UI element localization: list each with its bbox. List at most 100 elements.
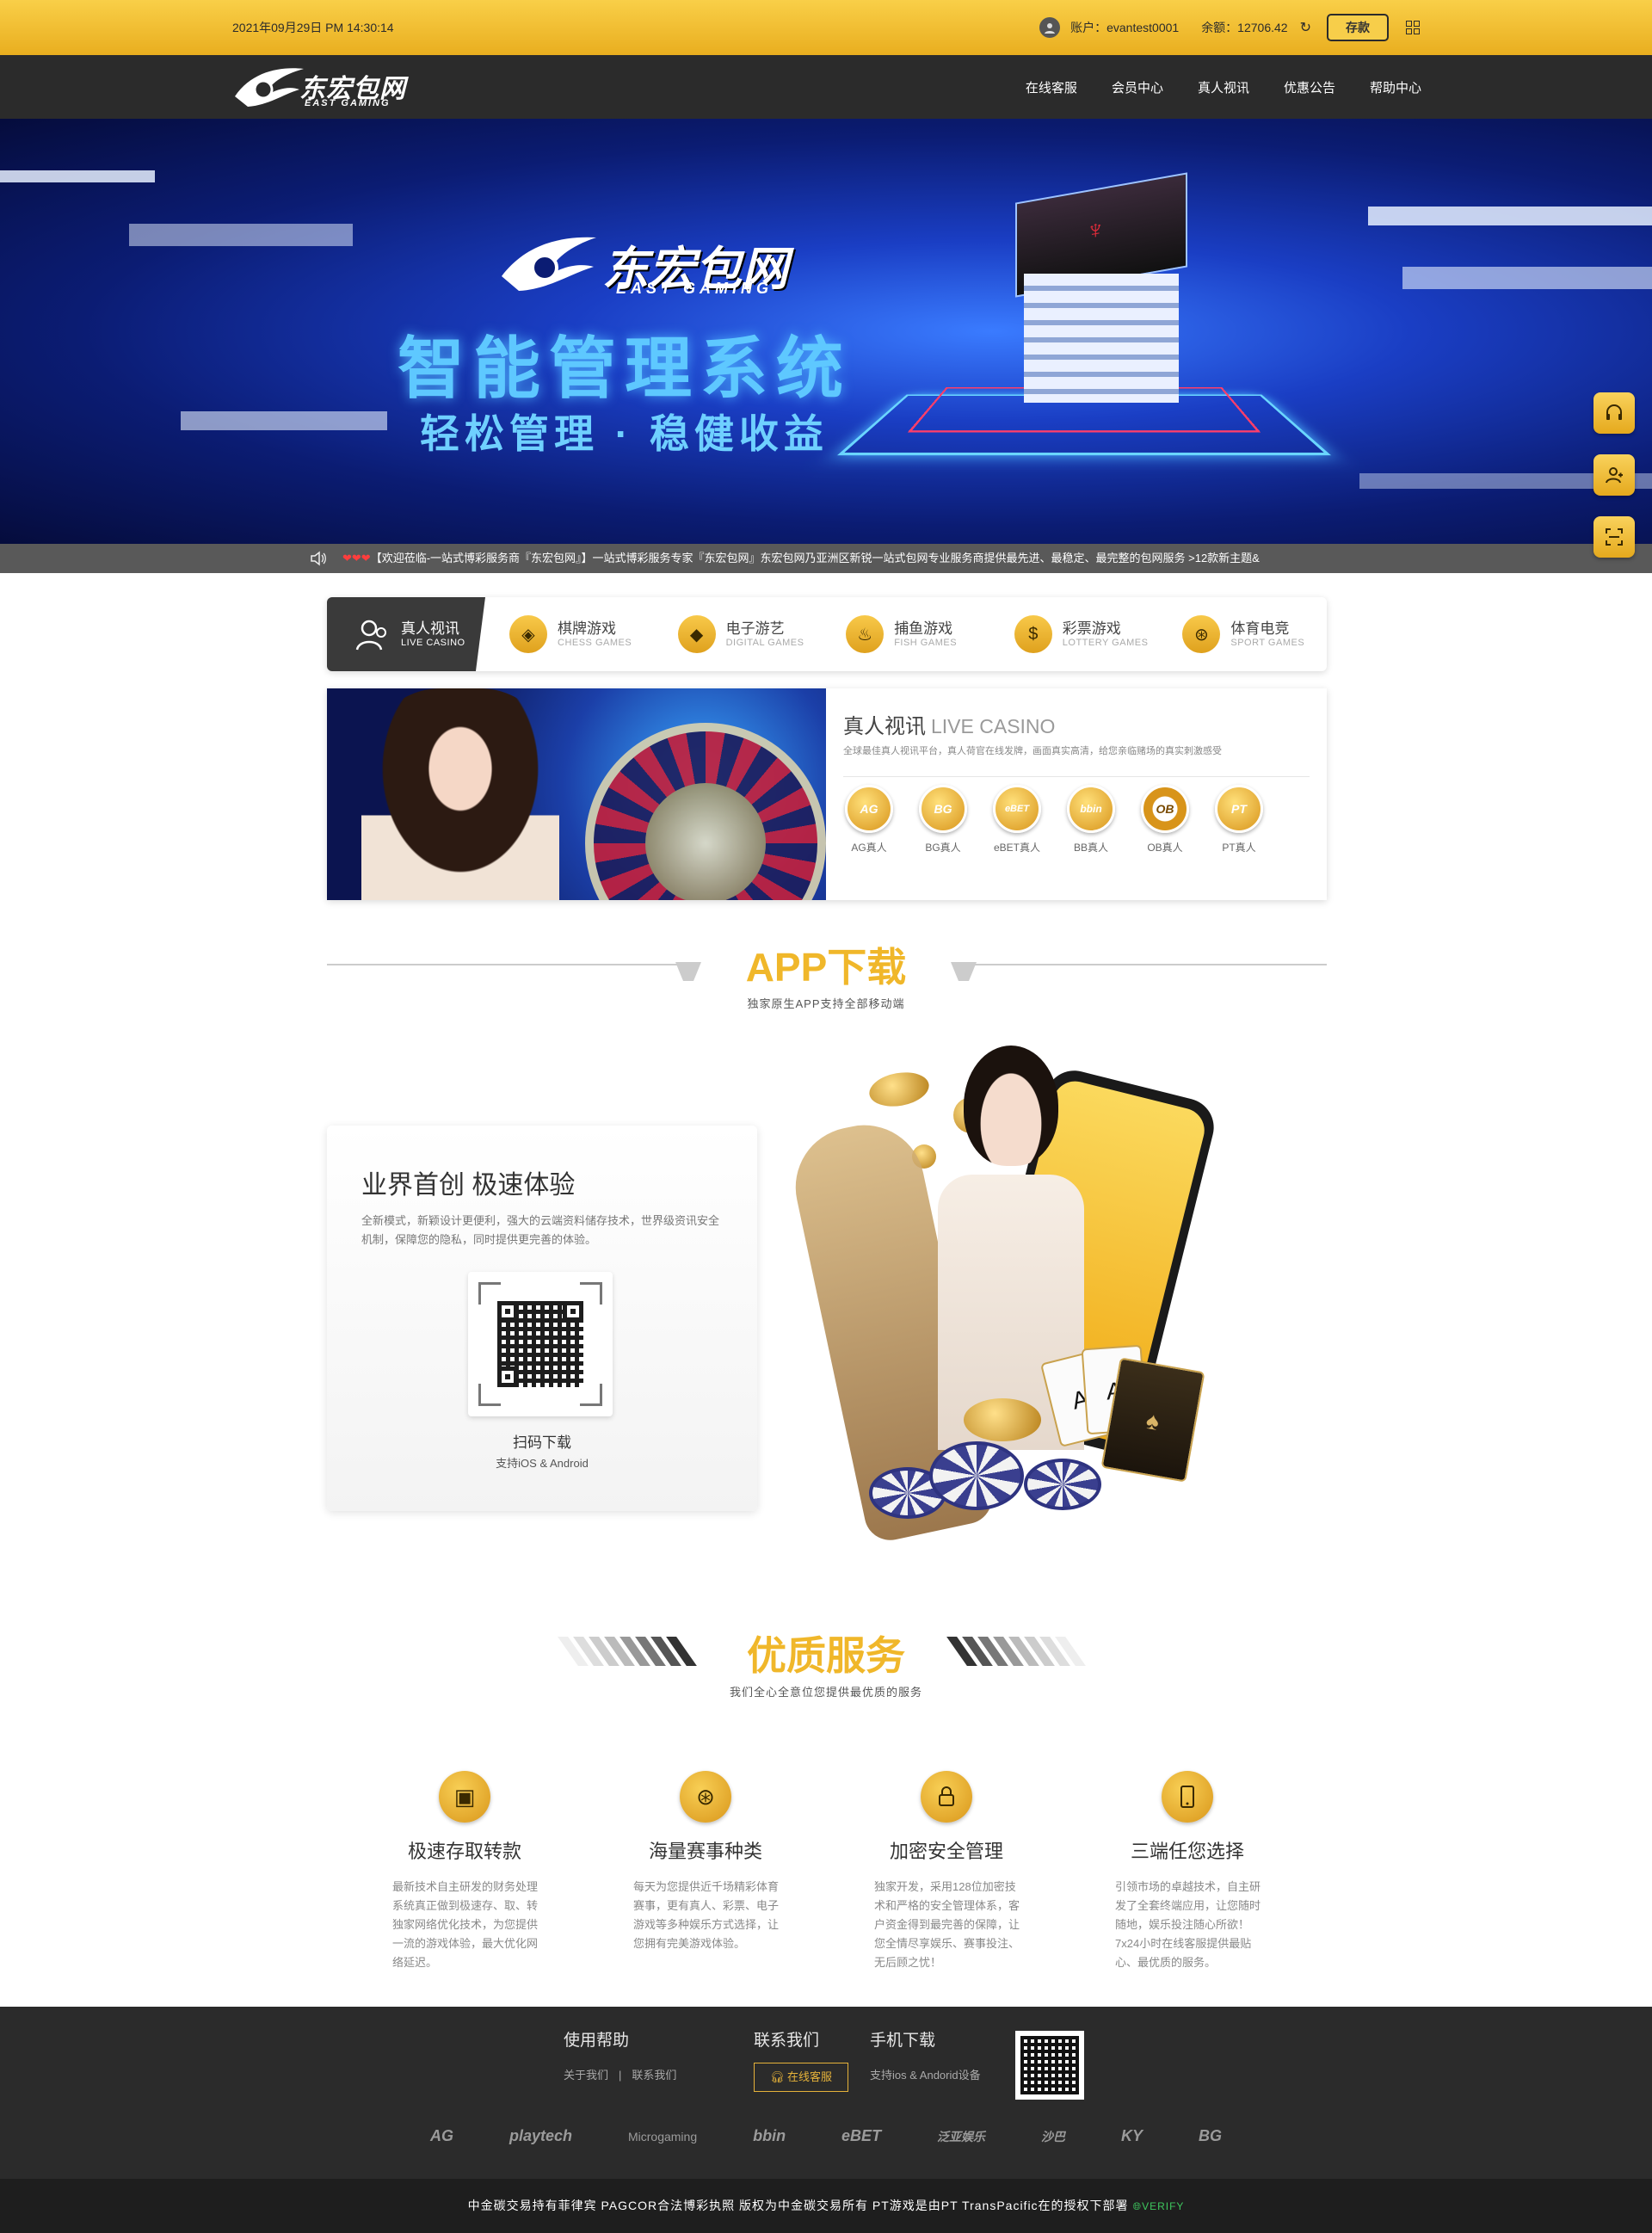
hearts-icon: ❤❤❤ [342, 552, 371, 564]
tab-lottery-games[interactable]: $ 彩票游戏 LOTTERY GAMES [990, 597, 1159, 671]
provider-label: PT真人 [1222, 842, 1256, 854]
tab-sub: LIVE CASINO [401, 638, 465, 648]
tab-sub: FISH GAMES [894, 638, 958, 648]
ball-icon: ⊛ [1182, 615, 1221, 653]
marquee-message: 【欢迎莅临-一站式博彩服务商『东宏包网』】一站式博彩服务专家『东宏包网』东宏包网… [370, 552, 1260, 564]
partner-logo: BG [1198, 2127, 1222, 2144]
tab-live-casino[interactable]: 真人视讯 LIVE CASINO [327, 597, 485, 671]
service-description: 引领市场的卓越技术，自主研发了全套终端应用，让您随时随地，娱乐投注随心所欲！7x… [1115, 1880, 1261, 1969]
tab-sub: CHESS GAMES [558, 638, 632, 648]
app-heading: APP下载 [745, 945, 907, 990]
nav-item-member-center[interactable]: 会员中心 [1112, 78, 1163, 96]
chess-icon: ◈ [509, 615, 547, 653]
avatar-icon[interactable] [1039, 17, 1061, 38]
service-list: ▣ 极速存取转款 最新技术自主研发的财务处理系统真正做到极速存、取、转独家网络优… [370, 1771, 1282, 1972]
footer-link-about[interactable]: 关于我们 [564, 2069, 608, 2082]
headset-icon[interactable] [1593, 392, 1635, 434]
online-service-label: 在线客服 [787, 2070, 833, 2083]
partner-logo: bbin [753, 2127, 786, 2144]
account-label: 账户：evantest0001 [1070, 21, 1180, 34]
top-bar: 2021年09月29日 PM 14:30:14 账户：evantest0001 … [0, 0, 1652, 55]
provider-bb[interactable]: bbin BB真人 [1065, 785, 1117, 854]
hero-banner[interactable]: 东宏包网 EAST GAMING 智能管理系统 轻松管理 · 稳健收益 ♆ [0, 119, 1652, 544]
tab-label: 捕鱼游戏 [894, 620, 953, 637]
tab-digital-games[interactable]: ◆ 电子游艺 DIGITAL GAMES [654, 597, 823, 671]
live-description: 全球最佳真人视讯平台，真人荷官在线发牌，画面真实高清，给您亲临赌场的真实刺激感受 [843, 746, 1222, 756]
service-title: 海量赛事种类 [648, 1841, 762, 1862]
deposit-button[interactable]: 存款 [1327, 14, 1389, 41]
divider [843, 776, 1310, 777]
basketball-icon: ⊛ [680, 1771, 731, 1823]
partner-logo: eBET [841, 2127, 882, 2144]
nav-item-live-casino[interactable]: 真人视讯 [1198, 78, 1249, 96]
lock-icon [921, 1771, 972, 1823]
refresh-icon[interactable]: ↻ [1300, 19, 1311, 36]
chip [1024, 1459, 1101, 1510]
provider-list: AG AG真人 BG BG真人 eBET eBET真人 bbin BB真人 OB OB真人… [843, 785, 1265, 854]
user-icon[interactable] [1593, 454, 1635, 496]
footer-mobile-desc: 支持ios & Andorid设备 [870, 2069, 981, 2082]
nav-item-promotions[interactable]: 优惠公告 [1284, 78, 1335, 96]
banner-streak [181, 411, 387, 430]
tab-sport-games[interactable]: ⊛ 体育电竞 SPORT GAMES [1158, 597, 1327, 671]
provider-logo: PT [1215, 785, 1263, 833]
provider-label: OB真人 [1147, 842, 1183, 854]
provider-label: BB真人 [1073, 842, 1108, 854]
main-nav: 东宏包网 EAST GAMING 在线客服 会员中心 真人视讯 优惠公告 帮助中… [0, 55, 1652, 119]
provider-label: eBET真人 [993, 842, 1040, 854]
verify-label: VERIFY [1142, 2200, 1185, 2212]
footer-help: 使用帮助 关于我们 | 联系我们 [564, 2027, 676, 2082]
footer-qr-code[interactable] [1015, 2031, 1084, 2100]
footer: 使用帮助 关于我们 | 联系我们 联系我们 🎧︎ 在线客服 手机下载 支持ios &… [0, 2007, 1652, 2179]
app-card-description: 全新模式，新颖设计更便利，强大的云端资料储存技术，世界级资讯安全机制，保障您的隐… [361, 1214, 720, 1246]
provider-logo: bbin [1067, 785, 1115, 833]
footer-contact: 联系我们 🎧︎ 在线客服 [754, 2027, 848, 2092]
live-title-cn: 真人视讯 [843, 715, 926, 738]
partner-logos: AG playtech Microgaming bbin eBET 泛亚娱乐 沙… [430, 2127, 1222, 2145]
dollar-icon: $ [1014, 615, 1052, 653]
game-category-tabs: 真人视讯 LIVE CASINO ◈ 棋牌游戏 CHESS GAMES ◆ 电子游艺… [327, 597, 1327, 671]
banner-logo-emblem [502, 237, 596, 291]
scan-icon[interactable] [1593, 516, 1635, 558]
app-section-heading: APP下载 独家原生APP支持全部移动端 [0, 936, 1652, 1011]
provider-ebet[interactable]: eBET eBET真人 [991, 785, 1043, 854]
site-logo[interactable]: 东宏包网 EAST GAMING [231, 62, 420, 112]
tab-label: 体育电竞 [1230, 620, 1290, 637]
provider-pt[interactable]: PT PT真人 [1213, 785, 1265, 854]
footer-contact-title: 联系我们 [754, 2032, 820, 2050]
qr-code-frame[interactable] [468, 1272, 613, 1416]
wallet-icon: ▣ [439, 1771, 490, 1823]
copyright-bar: 中金碳交易持有菲律宾 PAGCOR合法博彩执照 版权为中金碳交易所有 PT游戏是… [0, 2179, 1652, 2233]
provider-bg[interactable]: BG BG真人 [917, 785, 969, 854]
nav-item-customer-service[interactable]: 在线客服 [1026, 78, 1077, 96]
service-heading: 优质服务 [747, 1633, 905, 1678]
banner-title: 智能管理系统 [398, 330, 853, 406]
live-casino-image[interactable] [327, 688, 826, 900]
qr-subtitle: 支持iOS & Android [496, 1457, 589, 1470]
tab-label: 棋牌游戏 [558, 620, 616, 637]
speaker-icon [310, 551, 326, 566]
grid-icon[interactable] [1406, 21, 1420, 34]
provider-ob[interactable]: OB OB真人 [1139, 785, 1191, 854]
footer-link-contact[interactable]: 联系我们 [632, 2069, 676, 2082]
tab-chess-games[interactable]: ◈ 棋牌游戏 CHESS GAMES [485, 597, 654, 671]
service-title: 极速存取转款 [407, 1841, 521, 1862]
logo-en: EAST GAMING [305, 98, 391, 108]
live-casino-panel: 真人视讯 LIVE CASINO 全球最佳真人视讯平台，真人荷官在线发牌，画面真实… [327, 688, 1327, 900]
partner-logo: 沙巴 [1041, 2129, 1065, 2144]
tab-label: 彩票游戏 [1062, 620, 1121, 637]
announcement-marquee[interactable]: ❤❤❤【欢迎莅临-一站式博彩服务商『东宏包网』】一站式博彩服务专家『东宏包网』东… [0, 544, 1652, 573]
nav-item-help[interactable]: 帮助中心 [1370, 78, 1421, 96]
provider-label: BG真人 [925, 842, 961, 854]
app-subheading: 独家原生APP支持全部移动端 [747, 997, 905, 1010]
tab-label: 真人视讯 [401, 620, 459, 637]
provider-ag[interactable]: AG AG真人 [843, 785, 895, 854]
service-description: 独家开发，采用128位加密技术和严格的安全管理体系，客户资金得到最完善的保障，让… [874, 1880, 1020, 1969]
tab-fish-games[interactable]: ♨ 捕鱼游戏 FISH GAMES [822, 597, 990, 671]
live-title-en: LIVE CASINO [931, 715, 1056, 737]
tab-sub: LOTTERY GAMES [1062, 638, 1149, 648]
online-service-button[interactable]: 🎧︎ 在线客服 [754, 2063, 848, 2092]
service-item: ▣ 极速存取转款 最新技术自主研发的财务处理系统真正做到极速存、取、转独家网络优… [370, 1771, 559, 1972]
banner-streak [1402, 267, 1652, 289]
verify-badge[interactable]: 🌐︎VERIFY [1132, 2200, 1184, 2212]
